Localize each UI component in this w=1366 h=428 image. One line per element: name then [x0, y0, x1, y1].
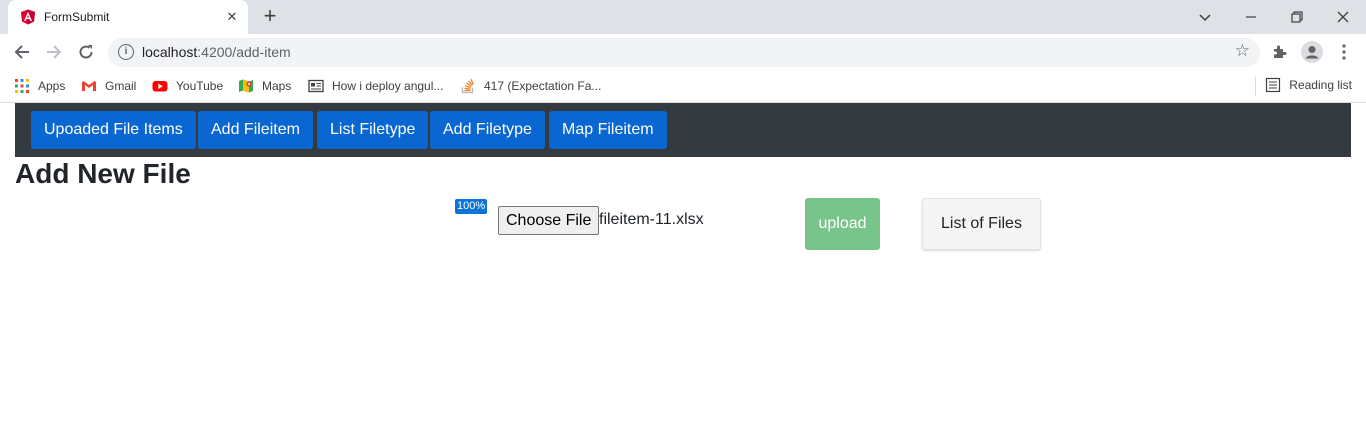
nav-map-fileitem[interactable]: Map Fileitem — [549, 111, 667, 149]
site-info-icon[interactable]: i — [118, 44, 134, 60]
bookmark-apps[interactable]: Apps — [14, 77, 65, 95]
bookmarks-separator — [1255, 76, 1256, 96]
apps-grid-icon — [14, 78, 30, 94]
reload-icon[interactable] — [74, 40, 98, 64]
tab-search-icon[interactable] — [1182, 0, 1228, 34]
close-window-icon[interactable] — [1320, 0, 1366, 34]
selected-file-name: fileitem-11.xlsx — [599, 211, 704, 228]
app-navbar: Upoaded File Items Add Fileitem List Fil… — [15, 103, 1351, 157]
youtube-icon — [152, 78, 168, 94]
bookmark-label: Apps — [38, 79, 66, 93]
url-path: :4200/add-item — [197, 44, 291, 60]
bookmark-youtube[interactable]: YouTube — [152, 77, 223, 95]
bookmark-label: Maps — [262, 79, 292, 93]
menu-kebab-icon[interactable] — [1332, 40, 1356, 64]
tab-strip: FormSubmit ✕ + — [0, 0, 1366, 34]
bookmark-label: YouTube — [176, 79, 224, 93]
maps-icon — [238, 78, 254, 94]
nav-list-filetype[interactable]: List Filetype — [317, 111, 429, 149]
browser-toolbar: i localhost:4200/add-item ☆ — [0, 34, 1366, 70]
url-text[interactable]: localhost:4200/add-item — [142, 44, 291, 60]
address-bar[interactable]: i localhost:4200/add-item ☆ — [108, 38, 1260, 67]
reading-list-icon — [1265, 77, 1281, 93]
gmail-icon — [81, 78, 97, 94]
url-host: localhost — [142, 44, 198, 60]
stackoverflow-icon — [460, 78, 476, 94]
upload-button[interactable]: upload — [805, 198, 880, 250]
browser-tab[interactable]: FormSubmit ✕ — [8, 0, 248, 34]
minimize-icon[interactable] — [1228, 0, 1274, 34]
new-tab-button[interactable]: + — [258, 5, 282, 29]
forward-icon[interactable] — [42, 40, 66, 64]
tab-title: FormSubmit — [44, 10, 110, 24]
bookmark-star-icon[interactable]: ☆ — [1235, 41, 1250, 61]
extensions-icon[interactable] — [1268, 40, 1292, 64]
list-of-files-button[interactable]: List of Files — [922, 198, 1041, 250]
angular-icon — [20, 9, 36, 25]
bookmark-label: How i deploy angul... — [332, 79, 444, 93]
choose-file-button[interactable]: Choose File — [498, 206, 600, 235]
back-icon[interactable] — [10, 40, 34, 64]
bookmark-deploy-angular[interactable]: How i deploy angul... — [308, 77, 443, 95]
nav-add-fileitem[interactable]: Add Fileitem — [198, 111, 313, 149]
nav-uploaded-file-items[interactable]: Upoaded File Items — [31, 111, 196, 149]
bookmark-label: 417 (Expectation Fa... — [484, 79, 602, 93]
reading-list-label: Reading list — [1289, 78, 1352, 92]
bookmark-expectation-failed[interactable]: 417 (Expectation Fa... — [460, 77, 601, 95]
nav-add-filetype[interactable]: Add Filetype — [430, 111, 545, 149]
bookmark-maps[interactable]: Maps — [238, 77, 291, 95]
close-tab-icon[interactable]: ✕ — [224, 9, 240, 25]
bookmark-label: Gmail — [105, 79, 137, 93]
page-title: Add New File — [15, 158, 191, 189]
page-icon — [308, 78, 324, 94]
upload-progress-badge: 100% — [455, 199, 488, 214]
reading-list-button[interactable]: Reading list — [1265, 77, 1352, 93]
bookmark-gmail[interactable]: Gmail — [81, 77, 136, 95]
restore-icon[interactable] — [1274, 0, 1320, 34]
bookmarks-bar: Apps Gmail YouTube Maps How i deploy ang… — [0, 70, 1366, 103]
profile-avatar-icon[interactable] — [1300, 40, 1324, 64]
